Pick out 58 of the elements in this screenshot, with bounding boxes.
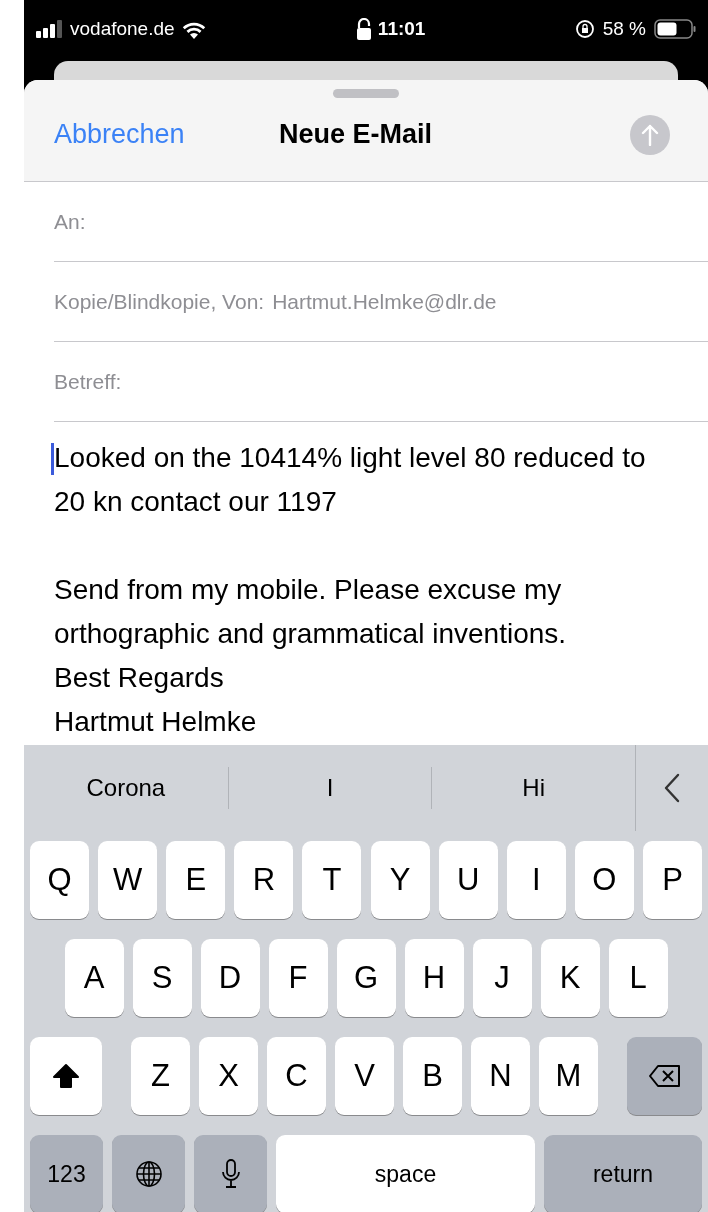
delete-key[interactable] [627, 1037, 702, 1115]
key[interactable]: Y [370, 841, 430, 919]
field-label: Kopie/Blindkopie, Von: [54, 288, 265, 315]
return-key[interactable]: return [544, 1135, 702, 1212]
key[interactable]: X [199, 1037, 258, 1115]
field-value: Hartmut.Helmke@dlr.de [272, 288, 497, 315]
clock-time: 11:01 [377, 16, 426, 41]
signal-icon [36, 20, 64, 38]
lock-icon [355, 18, 372, 40]
suggestion[interactable]: Corona [24, 770, 228, 806]
numbers-key[interactable]: 123 [30, 1135, 103, 1212]
battery-icon [654, 19, 696, 39]
body-paragraph: Looked on the 10414% light level 80 reduced to 20 kn contact our 1197 [54, 441, 647, 519]
key[interactable]: H [404, 939, 464, 1017]
key[interactable]: A [64, 939, 124, 1017]
key[interactable]: P [643, 841, 702, 919]
key[interactable]: V [335, 1037, 394, 1115]
key[interactable]: T [302, 841, 362, 919]
key[interactable]: M [539, 1037, 598, 1115]
key[interactable]: Z [131, 1037, 190, 1115]
key[interactable]: O [574, 841, 634, 919]
carrier-name: vodafone.de [70, 16, 175, 41]
field-label: An: [54, 208, 86, 235]
rotation-lock-icon [574, 19, 595, 39]
space-key[interactable]: space [276, 1135, 535, 1212]
grabber-handle[interactable] [333, 89, 399, 98]
key[interactable]: J [472, 939, 532, 1017]
key[interactable]: F [268, 939, 328, 1017]
shift-arrow-icon [52, 1063, 80, 1089]
shift-key[interactable] [30, 1037, 102, 1115]
suggestion[interactable]: Hi [432, 770, 635, 806]
key[interactable]: N [471, 1037, 530, 1115]
key[interactable]: Q [30, 841, 89, 919]
body-paragraph: Send from my mobile. Please excuse my orthographic and grammatical inventions. Best Regards Hartmut Helmke [54, 573, 568, 739]
globe-icon [134, 1160, 163, 1188]
key[interactable]: G [336, 939, 396, 1017]
key[interactable]: R [234, 841, 294, 919]
field-label: Betreff: [54, 368, 122, 395]
key[interactable]: W [98, 841, 158, 919]
key[interactable]: D [200, 939, 260, 1017]
key[interactable]: I [506, 841, 566, 919]
key[interactable]: S [132, 939, 192, 1017]
backspace-icon [647, 1064, 682, 1088]
key[interactable]: C [267, 1037, 326, 1115]
up-arrow-icon [641, 123, 659, 146]
battery-percent: 58 % [602, 16, 646, 41]
text-cursor [51, 443, 54, 475]
globe-key[interactable] [112, 1135, 185, 1212]
key[interactable]: E [166, 841, 226, 919]
microphone-icon [220, 1158, 241, 1190]
key[interactable]: L [608, 939, 668, 1017]
window-title: Neue E-Mail [279, 118, 434, 152]
key[interactable]: U [438, 841, 498, 919]
key[interactable]: K [540, 939, 600, 1017]
microphone-key[interactable] [194, 1135, 267, 1212]
key[interactable]: B [403, 1037, 462, 1115]
suggestion[interactable]: I [228, 770, 432, 806]
chevron-left-icon [664, 773, 680, 803]
